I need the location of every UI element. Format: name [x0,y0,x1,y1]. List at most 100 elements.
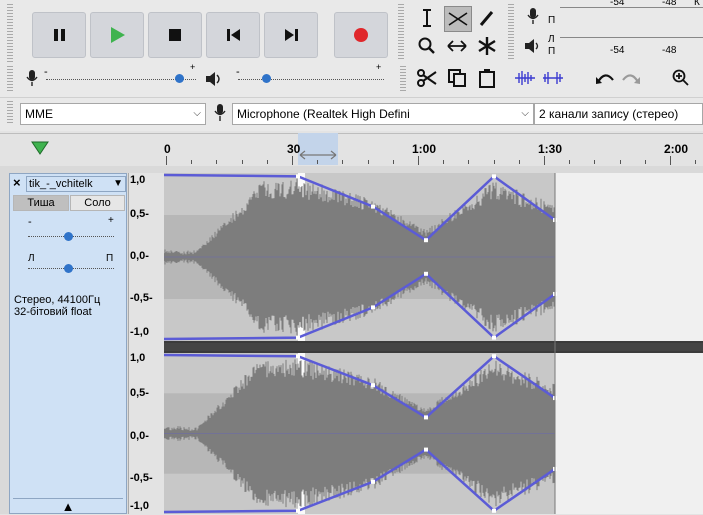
solo-label: Соло [84,197,110,209]
mute-button[interactable]: Тиша [13,195,69,211]
time-label-2-00: 2:00 [664,142,688,156]
play-icon [91,13,143,57]
ruler-minor-tick [620,160,621,164]
ruler-minor-tick [317,160,318,164]
envelope-point [492,174,496,178]
envelope-point [424,415,428,419]
ruler-minor-tick [191,160,192,164]
copy-icon [447,68,467,88]
draw-tool[interactable] [474,6,500,30]
track-close-icon[interactable]: × [13,176,21,190]
record-meter-icon-button[interactable] [520,4,546,28]
envelope-point [424,238,428,242]
paste-icon [477,68,497,88]
microphone-icon [525,6,541,26]
tools-grip[interactable] [398,4,404,60]
trim-button[interactable] [512,66,538,90]
y-label-bot-05: 0,5- [130,387,164,399]
ruler-minor-tick [368,160,369,164]
select-tool[interactable] [414,6,440,30]
vertical-ruler[interactable] [128,173,164,514]
recording-device-icon [212,102,228,124]
time-label-1-30: 1:30 [538,142,562,156]
paste-button[interactable] [474,66,500,90]
envelope-point [424,448,428,452]
pan-right-label: П [106,253,113,264]
y-label-top-0: 0,0- [130,250,164,262]
stop-icon [149,13,201,57]
y-label-bot-0: 0,0- [130,430,164,442]
y-label-bot-m1: -1,0 [130,500,164,512]
play-meter-bar[interactable] [560,37,703,38]
meter-scale-k: К [694,0,700,8]
audio-host-select[interactable]: MME ⌵ [20,103,206,125]
time-label-0: 0 [164,142,171,156]
collapse-track-button[interactable]: ▲ [13,498,123,514]
mic-volume-slider[interactable] [46,79,196,80]
pause-button[interactable] [32,12,86,58]
speaker-volume-thumb[interactable] [262,74,271,83]
ruler-major-tick [292,156,293,165]
multi-tool[interactable] [474,34,500,58]
timeline-ruler[interactable] [0,133,703,165]
speaker-volume-slider[interactable] [238,79,384,80]
silence-button[interactable] [540,66,566,90]
skip-end-button[interactable] [264,12,318,58]
ruler-minor-tick [594,160,595,164]
envelope-point [296,509,300,513]
envelope-icon [447,9,469,29]
track-info-format: 32-бітовий float [14,306,100,318]
record-button[interactable] [334,12,388,58]
redo-button[interactable] [618,66,644,90]
cut-button[interactable] [414,66,440,90]
record-meter-bar[interactable] [560,7,703,8]
gain-min-label: - [28,216,32,228]
timeline-options-icon[interactable] [30,140,50,156]
mic-volume-max: + [190,62,195,72]
play-button[interactable] [90,12,144,58]
envelope-point [492,509,496,513]
pause-icon [33,13,85,57]
device-grip[interactable] [7,101,13,125]
pan-left-label: Л [28,253,35,264]
zoom-tool[interactable] [414,34,440,58]
track-info: Стерео, 44100Гц 32-бітовий float [14,294,100,318]
zoom-icon [417,36,437,56]
trim-audio-icon [513,68,537,88]
play-meter-icon-button[interactable] [520,34,546,58]
chevron-down-icon: ⌵ [193,104,201,124]
edit-grip[interactable] [400,66,406,92]
undo-button[interactable] [592,66,618,90]
gain-slider-thumb[interactable] [64,232,73,241]
channel-separator-inner [164,343,703,351]
solo-button[interactable]: Соло [70,195,125,211]
mixer-grip[interactable] [7,66,13,92]
collapse-arrow-icon: ▲ [62,499,75,514]
timeshift-tool[interactable] [444,34,470,58]
copy-button[interactable] [444,66,470,90]
envelope-point [296,354,300,358]
track-name: tik_-_vchitelk [29,178,93,190]
waveform-area[interactable] [164,173,703,514]
mic-volume-min: - [44,66,48,78]
mic-volume-thumb[interactable] [175,74,184,83]
ruler-minor-tick [342,160,343,164]
meter-grip[interactable] [508,4,514,60]
scissors-icon [416,68,438,88]
recording-channels-select[interactable]: 2 канали запису (стерео) [534,103,703,125]
ruler-minor-tick [494,160,495,164]
zoom-in-button[interactable] [668,66,694,90]
track-name-menu[interactable]: tik_-_vchitelk ▼ [26,176,126,192]
skip-start-button[interactable] [206,12,260,58]
ruler-minor-tick [645,160,646,164]
pan-slider-thumb[interactable] [64,264,73,273]
audio-host-value: MME [25,107,53,121]
recording-device-select[interactable]: Microphone (Realtek High Defini ⌵ [232,103,534,125]
y-label-top-05: 0,5- [130,208,164,220]
transport-grip[interactable] [7,4,13,62]
stop-button[interactable] [148,12,202,58]
envelope-tool[interactable] [444,6,472,32]
ruler-minor-tick [393,160,394,164]
asterisk-icon [476,35,498,57]
ruler-major-tick [544,156,545,165]
